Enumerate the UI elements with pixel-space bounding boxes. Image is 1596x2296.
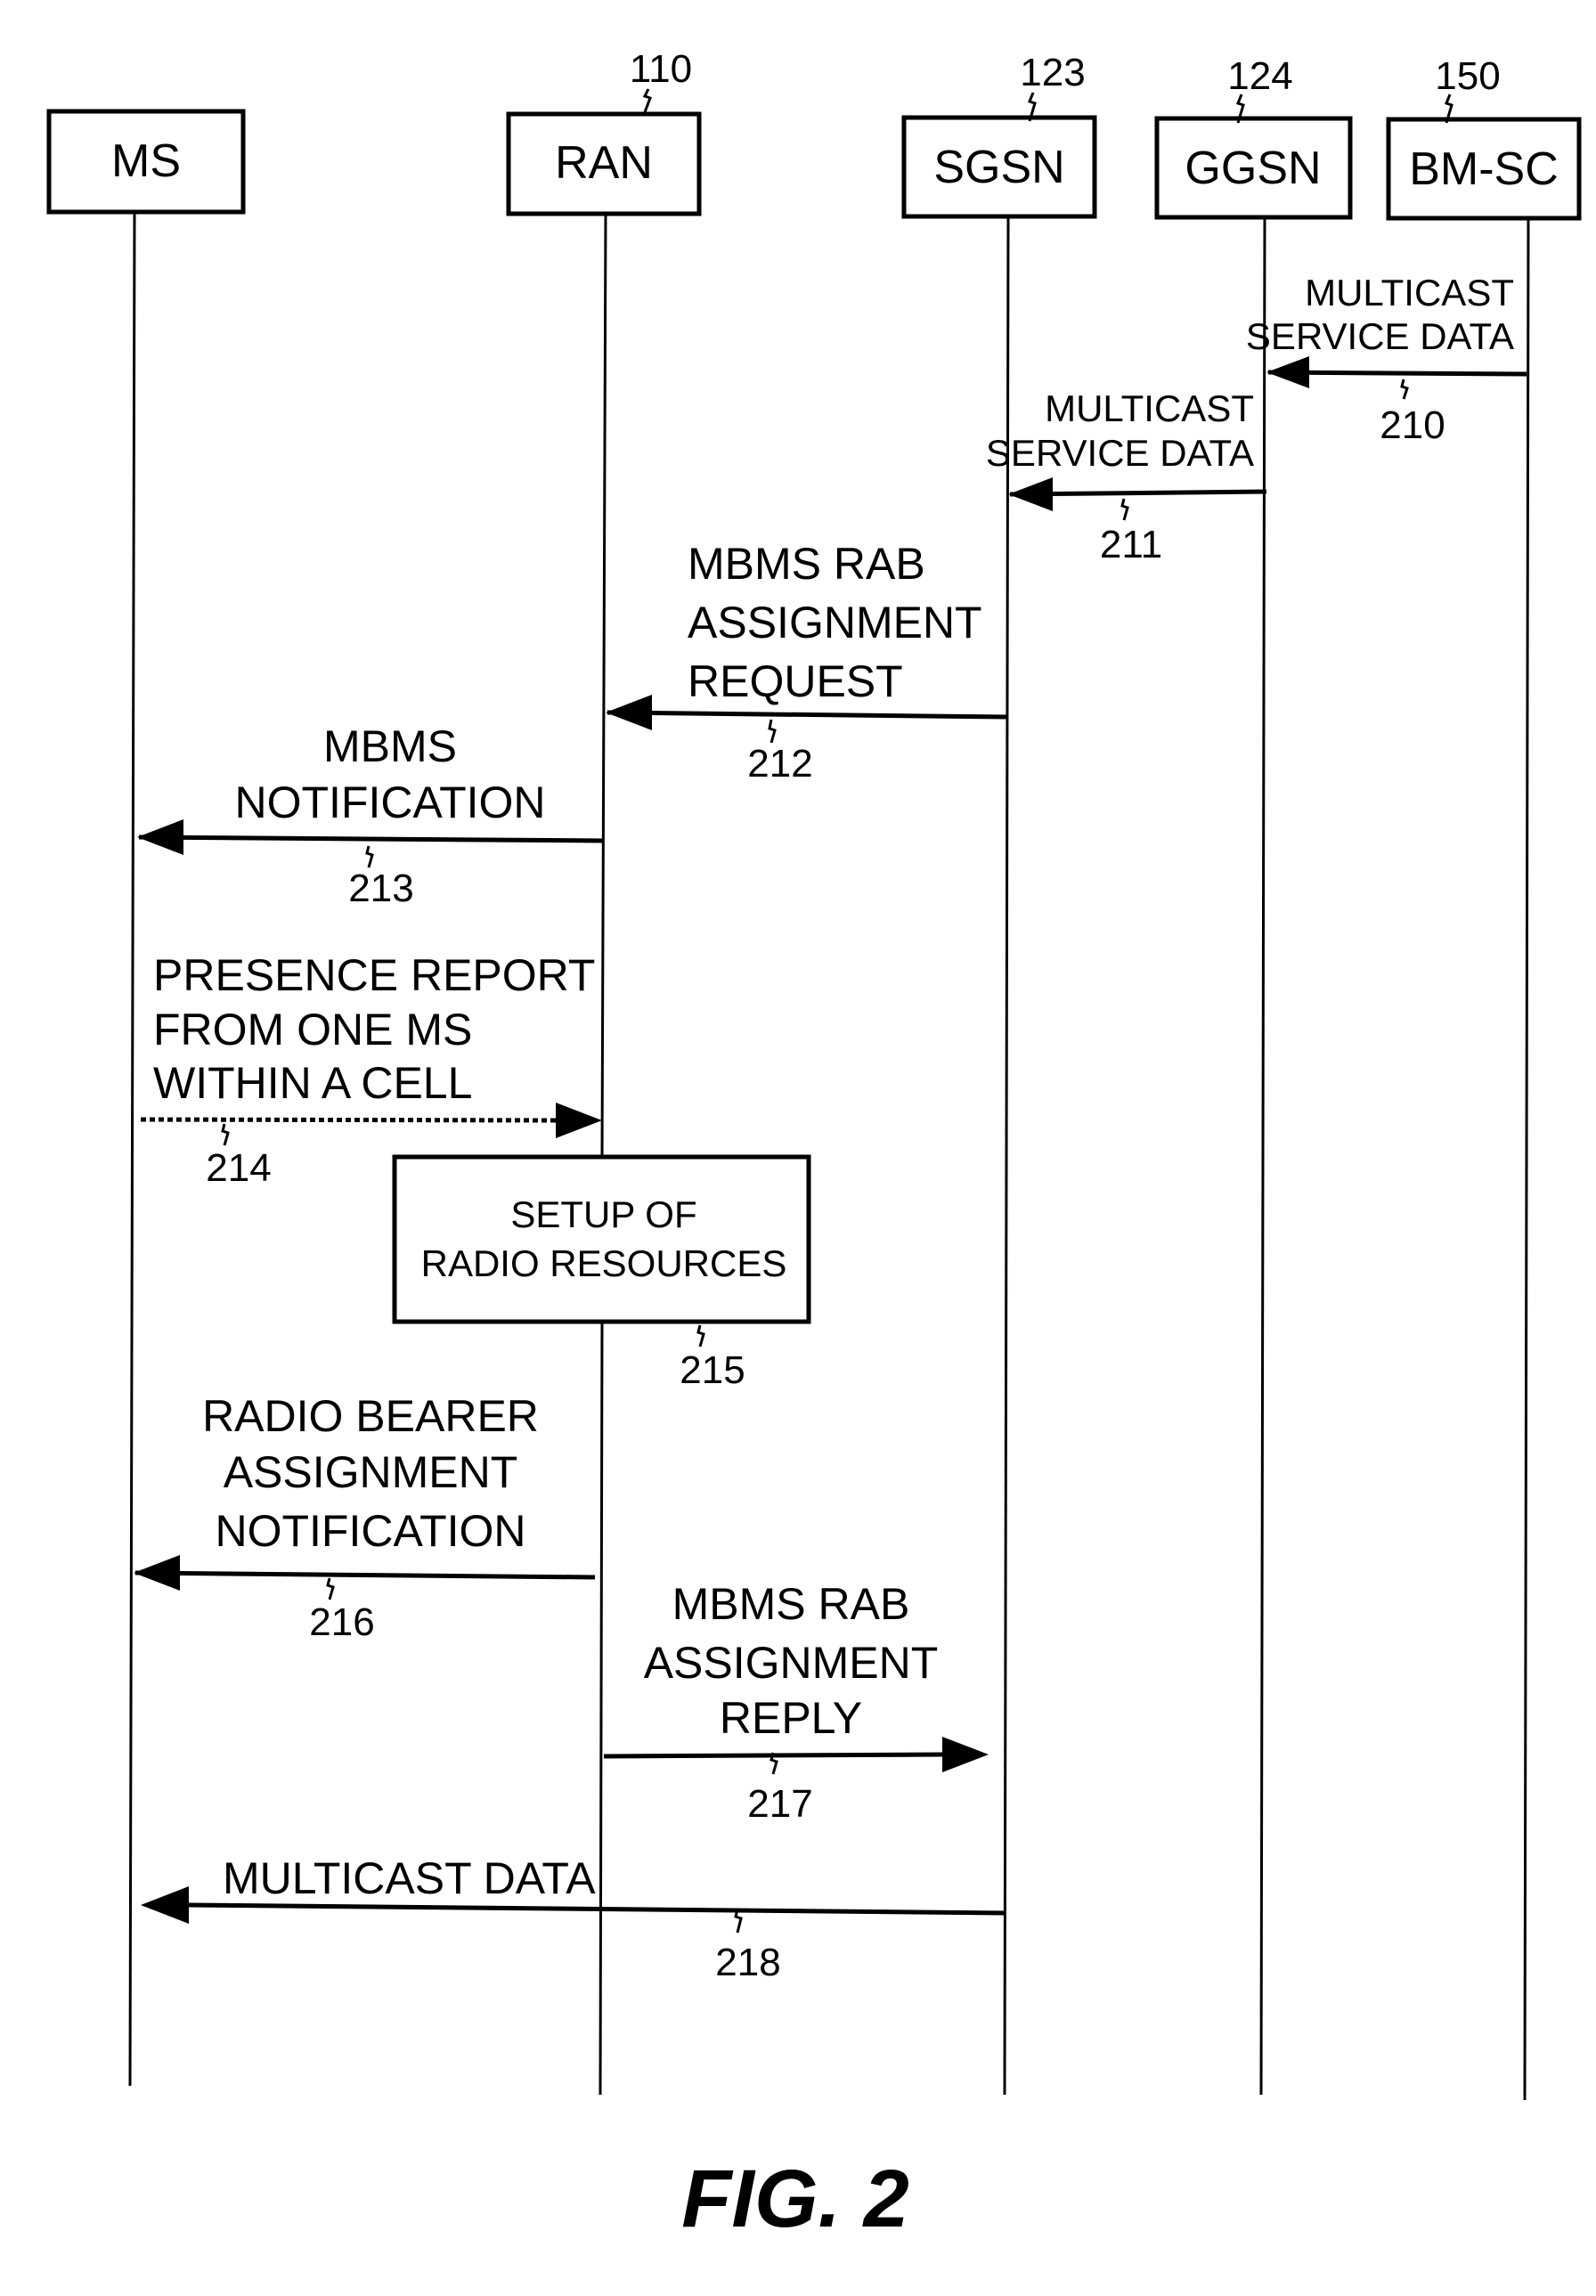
- entity-bmsc: BM-SC 150: [1386, 54, 1582, 221]
- reference-number: 123: [1020, 51, 1085, 94]
- message-212: MBMS RAB ASSIGNMENT REQUEST 212: [606, 539, 1007, 786]
- reference-number: 217: [747, 1782, 812, 1826]
- leader-squiggle-icon: [696, 1324, 705, 1347]
- reference-number: 212: [747, 742, 812, 786]
- message-label: REQUEST: [688, 656, 903, 706]
- message-label: SERVICE DATA: [1246, 315, 1514, 357]
- message-label: ASSIGNMENT: [224, 1447, 518, 1497]
- entity-label: SGSN: [933, 142, 1064, 193]
- reference-number: 210: [1380, 403, 1445, 447]
- entity-sgsn: SGSN 123: [901, 51, 1097, 219]
- message-arrow: [138, 835, 605, 843]
- lifeline-ms: [128, 211, 136, 2087]
- message-label: SERVICE DATA: [986, 432, 1254, 474]
- message-label: FROM ONE MS: [153, 1005, 472, 1054]
- leader-squiggle-icon: [221, 1123, 230, 1146]
- reference-number: 150: [1435, 54, 1500, 98]
- message-label: MBMS RAB: [672, 1579, 910, 1629]
- entity-ggsn: GGSN 124: [1154, 54, 1353, 220]
- leader-squiggle-icon: [1400, 379, 1409, 400]
- process-box: [392, 1154, 811, 1324]
- message-label: RADIO BEARER: [202, 1391, 539, 1441]
- message-217: MBMS RAB ASSIGNMENT REPLY 217: [603, 1579, 989, 1826]
- message-211: MULTICAST SERVICE DATA 211: [986, 387, 1267, 566]
- lifeline-bmsc: [1523, 217, 1530, 2101]
- reference-number: 110: [630, 47, 692, 91]
- reference-number: 213: [348, 867, 413, 910]
- message-label: MULTICAST: [1305, 272, 1514, 313]
- leader-squiggle-icon: [365, 845, 374, 868]
- message-label: MBMS: [323, 721, 457, 771]
- message-arrow: [134, 1570, 596, 1580]
- lifeline-sgsn: [1003, 216, 1010, 2096]
- message-214: PRESENCE REPORT FROM ONE MS WITHIN A CEL…: [140, 950, 602, 1190]
- lifeline-ran: [600, 213, 607, 1158]
- arrowhead-left-icon: [1266, 356, 1309, 388]
- sequence-diagram: MS RAN 110 SGSN 123 GGSN 124 BM-SC 150 M…: [46, 47, 1582, 2244]
- arrowhead-left-icon: [141, 1886, 189, 1924]
- process-label: RADIO RESOURCES: [421, 1242, 787, 1284]
- arrowhead-left-icon: [137, 819, 183, 855]
- message-label: NOTIFICATION: [234, 778, 545, 827]
- leader-squiggle-icon: [1120, 498, 1129, 521]
- entity-ms: MS: [46, 109, 246, 215]
- leader-squiggle-icon: [768, 719, 777, 744]
- entity-ran: RAN 110: [506, 47, 702, 216]
- message-218: MULTICAST DATA 218: [141, 1853, 1006, 1984]
- reference-number: 124: [1227, 54, 1292, 98]
- arrowhead-left-icon: [606, 695, 652, 730]
- message-label: PRESENCE REPORT: [153, 950, 595, 1000]
- reference-number: 214: [206, 1146, 271, 1190]
- reference-number: 215: [680, 1348, 745, 1392]
- message-arrow: [188, 1902, 1006, 1916]
- message-arrow: [607, 710, 1007, 720]
- figure-caption: FIG. 2: [681, 2154, 909, 2244]
- message-label: ASSIGNMENT: [644, 1638, 939, 1688]
- entity-label: BM-SC: [1409, 143, 1559, 195]
- message-label: MULTICAST: [1045, 387, 1254, 429]
- message-label: NOTIFICATION: [215, 1506, 525, 1556]
- message-216: RADIO BEARER ASSIGNMENT NOTIFICATION 216: [134, 1391, 596, 1644]
- reference-number: 211: [1100, 523, 1162, 566]
- reference-number: 218: [715, 1941, 780, 1984]
- message-210: MULTICAST SERVICE DATA 210: [1246, 272, 1527, 447]
- lifeline-ran-lower: [598, 1321, 604, 2096]
- message-label: ASSIGNMENT: [688, 598, 982, 647]
- process-label: SETUP OF: [510, 1193, 696, 1235]
- message-label: WITHIN A CELL: [153, 1058, 472, 1108]
- entity-label: RAN: [555, 137, 653, 189]
- message-213: MBMS NOTIFICATION 213: [137, 721, 605, 910]
- reference-number: 216: [309, 1600, 374, 1644]
- leader-squiggle-icon: [642, 88, 652, 113]
- leader-squiggle-icon: [326, 1577, 335, 1600]
- arrowhead-right-icon: [942, 1737, 989, 1772]
- arrowhead-left-icon: [134, 1555, 180, 1591]
- lifeline-ggsn: [1259, 216, 1266, 2096]
- leader-squiggle-icon: [734, 1909, 743, 1934]
- message-label: MULTICAST DATA: [223, 1853, 596, 1903]
- entity-label: GGSN: [1185, 142, 1321, 194]
- message-label: REPLY: [720, 1693, 862, 1743]
- entity-label: MS: [111, 135, 181, 187]
- arrowhead-left-icon: [1008, 477, 1053, 511]
- arrowhead-right-icon: [556, 1103, 602, 1138]
- message-label: MBMS RAB: [688, 539, 925, 589]
